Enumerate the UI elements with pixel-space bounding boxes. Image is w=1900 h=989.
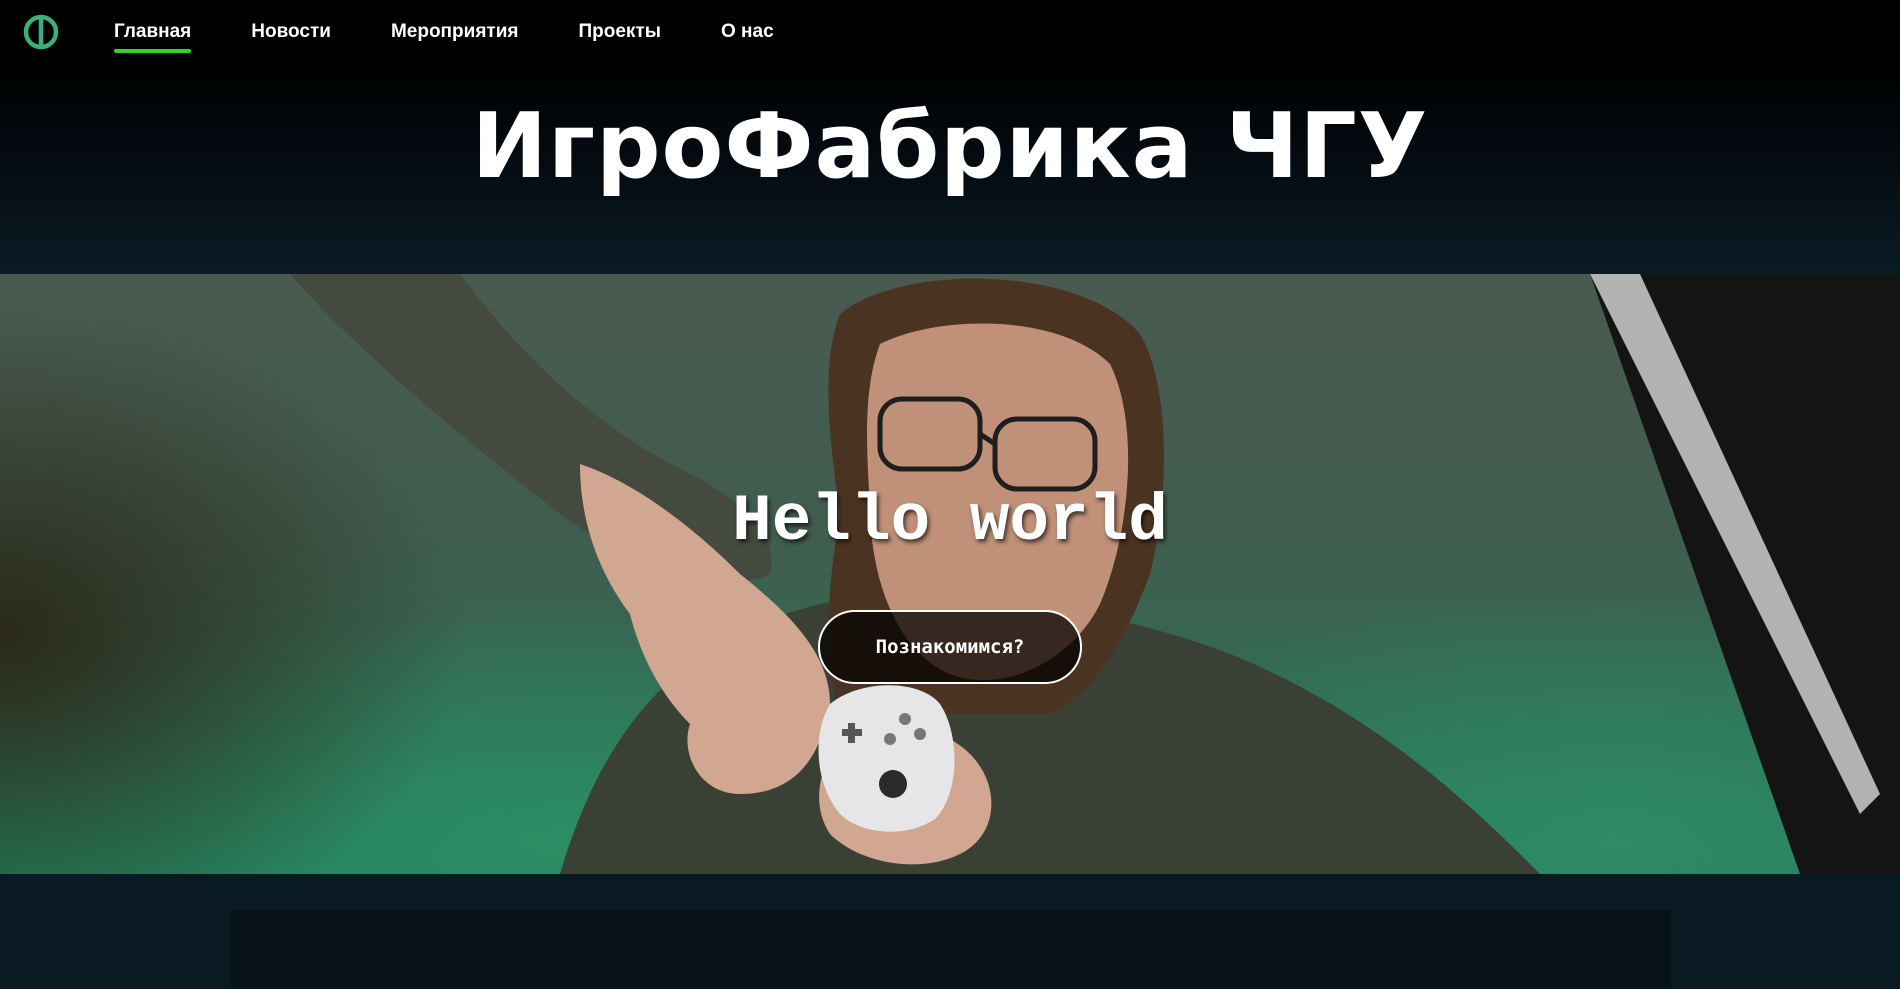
title-band: ИгроФабрика ЧГУ — [0, 64, 1900, 274]
nav-item-about[interactable]: О нас — [721, 0, 774, 64]
hero-section: Hello world Познакомимся? — [0, 274, 1900, 874]
content-card — [231, 910, 1671, 989]
hero-photo — [290, 274, 1900, 874]
top-navigation: Главная Новости Мероприятия Проекты О на… — [0, 0, 1900, 64]
phi-logo-icon[interactable] — [22, 13, 60, 51]
nav-links: Главная Новости Мероприятия Проекты О на… — [114, 0, 834, 64]
nav-item-home[interactable]: Главная — [114, 0, 192, 64]
hero-heading: Hello world — [732, 484, 1168, 559]
nav-item-events[interactable]: Мероприятия — [391, 0, 519, 64]
nav-item-news[interactable]: Новости — [251, 0, 331, 64]
get-acquainted-button[interactable]: Познакомимся? — [818, 610, 1082, 684]
content-section — [0, 874, 1900, 989]
site-title: ИгроФабрика ЧГУ — [471, 94, 1429, 199]
nav-item-projects[interactable]: Проекты — [578, 0, 660, 64]
